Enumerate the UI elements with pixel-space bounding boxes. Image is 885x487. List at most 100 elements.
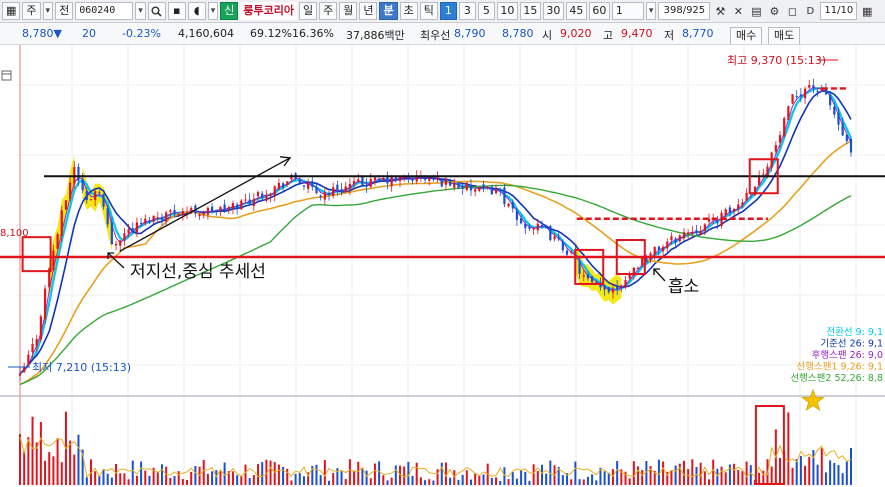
volume-bar bbox=[44, 460, 47, 485]
candle-body bbox=[620, 285, 623, 287]
candle bbox=[791, 94, 794, 105]
candle-body bbox=[315, 187, 318, 194]
volume-bar bbox=[382, 475, 385, 485]
period-month[interactable]: 월 bbox=[339, 2, 358, 20]
volume-bar bbox=[323, 459, 326, 485]
search-icon[interactable] bbox=[147, 2, 166, 20]
candle-body bbox=[152, 215, 155, 222]
period-day[interactable]: 일 bbox=[298, 2, 318, 20]
candle-body bbox=[198, 214, 201, 217]
period-year[interactable]: 년 bbox=[359, 2, 378, 20]
mark-icon[interactable]: ✕ bbox=[730, 3, 746, 19]
interval-dropdown-icon[interactable]: ▾ bbox=[645, 2, 657, 20]
period-minute[interactable]: 분 bbox=[379, 2, 398, 20]
volume-bar bbox=[269, 460, 272, 485]
interval-45[interactable]: 45 bbox=[565, 2, 587, 20]
tools-icon[interactable]: ⚒ bbox=[712, 3, 728, 19]
volume-ratio: 69.12% bbox=[250, 27, 292, 40]
legend-entry-2: 기준선 26: 9,1 bbox=[820, 339, 883, 350]
interval-1[interactable]: 1 bbox=[439, 2, 457, 20]
settings-icon[interactable]: ⚙ bbox=[766, 3, 782, 19]
sound-icon[interactable]: ◖ bbox=[187, 2, 206, 20]
candle-body bbox=[60, 210, 63, 236]
candle-body bbox=[732, 208, 736, 212]
interval-30[interactable]: 30 bbox=[542, 2, 564, 20]
volume-bar bbox=[561, 475, 564, 485]
prev-icon[interactable]: ▪ bbox=[167, 2, 186, 20]
period-tick[interactable]: 틱 bbox=[419, 2, 438, 20]
volume-bar bbox=[716, 468, 719, 485]
volume-bar bbox=[850, 447, 852, 485]
code-dropdown-icon[interactable]: ▾ bbox=[135, 2, 146, 20]
interval-10[interactable]: 10 bbox=[496, 2, 518, 20]
date-field[interactable]: 11/10 bbox=[820, 2, 858, 20]
save-icon[interactable]: ▤ bbox=[748, 3, 764, 19]
volume-bar bbox=[440, 462, 443, 485]
volume-bar bbox=[340, 471, 343, 485]
volume-bar bbox=[257, 464, 260, 485]
calendar-icon[interactable]: ▦ bbox=[859, 3, 875, 19]
volume-bar bbox=[482, 474, 485, 485]
candle-body bbox=[344, 186, 347, 193]
volume-bar bbox=[315, 464, 318, 485]
candle-body bbox=[231, 203, 235, 209]
interval-15[interactable]: 15 bbox=[519, 2, 541, 20]
period-second[interactable]: 초 bbox=[399, 2, 418, 20]
period-week[interactable]: 주 bbox=[319, 2, 338, 20]
candle-body bbox=[687, 232, 690, 234]
max-price-label: 최고 9,370 (15:13) bbox=[727, 54, 826, 67]
volume-bar bbox=[528, 480, 531, 485]
candle-body bbox=[373, 177, 377, 181]
volume-bar bbox=[140, 461, 143, 485]
price-chart[interactable]: 최고 9,370 (15:13) 최저 7,210 (15:13) 8,100 저지선… bbox=[0, 45, 885, 487]
min-price-label: 최저 7,210 (15:13) bbox=[32, 361, 131, 374]
interval-select[interactable]: 1 bbox=[611, 2, 644, 20]
candle-body bbox=[177, 214, 180, 216]
candle-body bbox=[833, 106, 836, 115]
interval-3[interactable]: 3 bbox=[458, 2, 476, 20]
candle-body bbox=[298, 180, 301, 184]
volume-bar bbox=[348, 459, 351, 485]
sell-button[interactable]: 매도 bbox=[768, 27, 801, 44]
high-label: 고 bbox=[603, 29, 614, 42]
market-dropdown-icon[interactable]: ▾ bbox=[42, 2, 54, 20]
candle-body bbox=[302, 185, 306, 187]
candle-body bbox=[469, 184, 473, 191]
candle-body bbox=[18, 373, 22, 376]
volume-bar bbox=[424, 480, 427, 485]
total-button[interactable]: 전 bbox=[55, 2, 74, 20]
market-select[interactable]: 주 bbox=[22, 2, 41, 20]
volume-bar bbox=[804, 465, 807, 485]
volume-bar bbox=[73, 454, 76, 485]
candle-body bbox=[43, 288, 47, 320]
volume-bar bbox=[578, 479, 581, 485]
market-select-label: 주 bbox=[26, 4, 37, 17]
candle-body bbox=[699, 230, 702, 235]
sound-dropdown-icon[interactable]: ▾ bbox=[207, 2, 219, 20]
volume-bar bbox=[670, 470, 673, 485]
buy-button[interactable]: 매수 bbox=[730, 27, 763, 44]
volume-bar bbox=[687, 469, 690, 485]
candle-body bbox=[256, 192, 260, 197]
volume-bar bbox=[344, 479, 347, 485]
grid-icon[interactable]: ▦ bbox=[2, 2, 21, 20]
interval-60[interactable]: 60 bbox=[588, 2, 610, 20]
candle-body bbox=[799, 94, 802, 97]
stock-code-input[interactable]: 060240 bbox=[75, 2, 134, 20]
change-rate: -0.23% bbox=[122, 27, 161, 40]
candle-body bbox=[737, 204, 740, 209]
candle-body bbox=[144, 218, 147, 224]
volume-bar bbox=[369, 478, 372, 485]
candle-body bbox=[265, 195, 268, 201]
candle-body bbox=[524, 223, 527, 229]
date-toggle-icon[interactable]: ◻ bbox=[784, 3, 800, 19]
volume-bar bbox=[119, 473, 122, 485]
volume-bar bbox=[19, 434, 21, 485]
interval-5[interactable]: 5 bbox=[477, 2, 495, 20]
candle-body bbox=[641, 258, 644, 266]
volume-bar bbox=[499, 480, 502, 485]
candle bbox=[361, 175, 364, 186]
volume-bar bbox=[319, 475, 322, 485]
candle-body bbox=[691, 232, 694, 234]
candle-body bbox=[89, 199, 93, 201]
